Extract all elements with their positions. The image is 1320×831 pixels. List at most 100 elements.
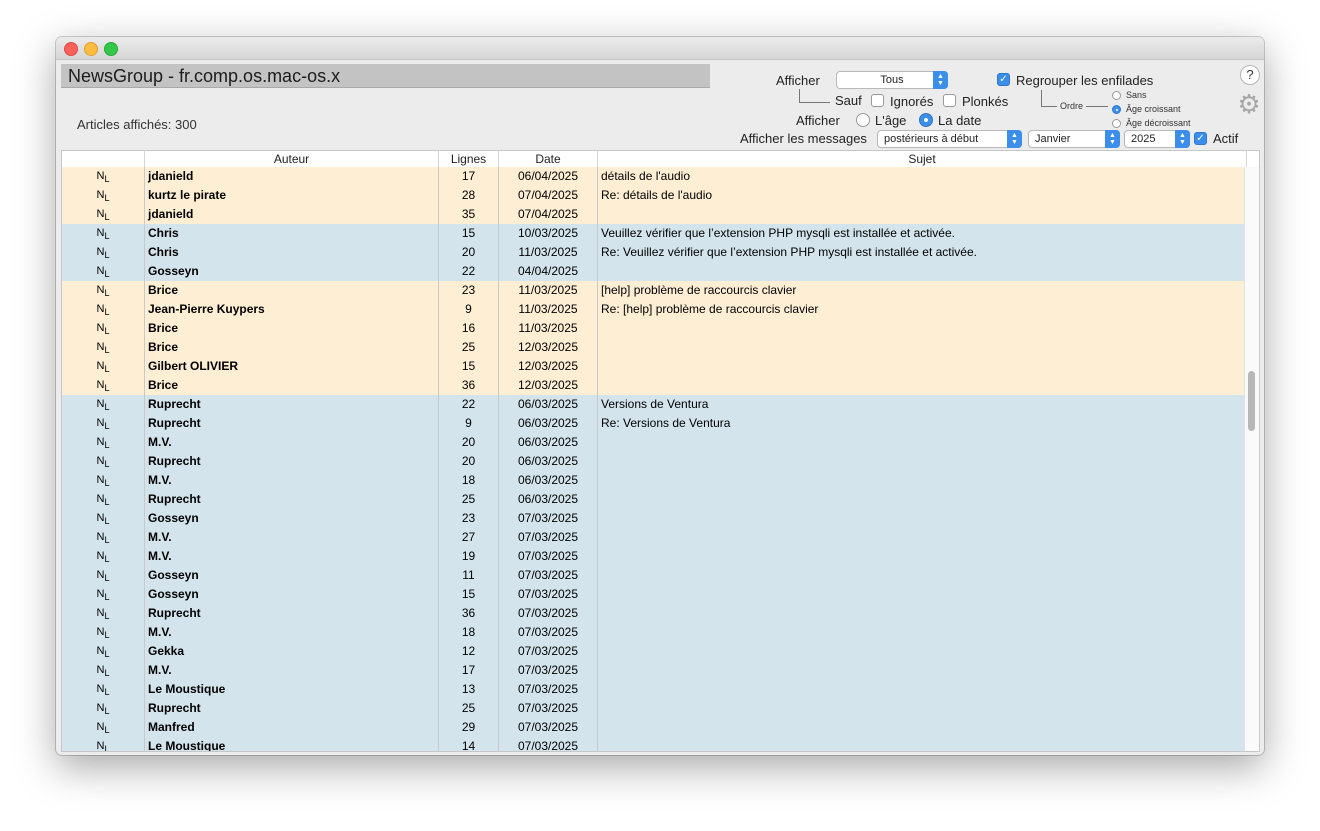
author-cell: Ruprecht [144, 699, 438, 718]
lines-cell: 17 [438, 167, 498, 186]
table-row[interactable]: NL jdanield 35 07/04/2025 [62, 205, 1246, 224]
date-cell: 07/03/2025 [498, 718, 597, 737]
date-cell: 06/03/2025 [498, 433, 597, 452]
subject-cell [597, 433, 1246, 452]
sort-date-radio[interactable] [919, 113, 933, 127]
sort-age-radio[interactable] [856, 113, 870, 127]
table-row[interactable]: NL M.V. 19 07/03/2025 [62, 547, 1246, 566]
table-row[interactable]: NL jdanield 17 06/04/2025 détails de l'audio [62, 167, 1246, 186]
table-row[interactable]: NL Ruprecht 20 06/03/2025 [62, 452, 1246, 471]
article-status-icon: NL [96, 474, 110, 488]
subject-cell [597, 661, 1246, 680]
vertical-scrollbar[interactable] [1244, 167, 1259, 751]
article-status-icon: NL [96, 246, 110, 260]
article-status-icon: NL [96, 189, 110, 203]
lines-cell: 20 [438, 243, 498, 262]
table-row[interactable]: NL Brice 23 11/03/2025 [help] problème de ra… [62, 281, 1246, 300]
subject-cell [597, 528, 1246, 547]
column-header-subject[interactable]: Sujet [598, 151, 1247, 167]
order-age-decroissant-radio[interactable] [1112, 119, 1121, 128]
article-status-icon: NL [96, 626, 110, 640]
author-cell: Gosseyn [144, 262, 438, 281]
date-cell: 07/03/2025 [498, 547, 597, 566]
table-row[interactable]: NL Brice 25 12/03/2025 [62, 338, 1246, 357]
close-window-button[interactable] [64, 42, 78, 56]
article-status-icon: NL [96, 721, 110, 735]
table-row[interactable]: NL Le Moustique 13 07/03/2025 [62, 680, 1246, 699]
lines-cell: 9 [438, 300, 498, 319]
article-status-icon: NL [96, 284, 110, 298]
year-value: 2025 [1131, 133, 1156, 145]
table-row[interactable]: NL Ruprecht 9 06/03/2025 Re: Versions de Ven… [62, 414, 1246, 433]
subject-cell [597, 509, 1246, 528]
minimize-window-button[interactable] [84, 42, 98, 56]
table-row[interactable]: NL Jean-Pierre Kuypers 9 11/03/2025 Re: [hel… [62, 300, 1246, 319]
table-row[interactable]: NL M.V. 27 07/03/2025 [62, 528, 1246, 547]
ordre-label: Ordre [1060, 101, 1084, 111]
month-select[interactable]: Janvier ▲ ▼ [1028, 130, 1120, 148]
date-cell: 07/04/2025 [498, 186, 597, 205]
subject-cell [597, 566, 1246, 585]
article-status-icon: NL [96, 208, 110, 222]
plonkes-checkbox[interactable] [943, 94, 956, 107]
order-age-croissant-radio[interactable] [1112, 105, 1121, 114]
author-cell: Jean-Pierre Kuypers [144, 300, 438, 319]
subject-cell: Re: Veuillez vérifier que l’extension PH… [597, 243, 1246, 262]
column-header-date[interactable]: Date [499, 151, 598, 167]
year-select[interactable]: 2025 ▲ ▼ [1124, 130, 1190, 148]
table-row[interactable]: NL Gilbert OLIVIER 15 12/03/2025 [62, 357, 1246, 376]
table-row[interactable]: NL Brice 16 11/03/2025 [62, 319, 1246, 338]
zoom-window-button[interactable] [104, 42, 118, 56]
messages-filter-value: postérieurs à début [884, 133, 979, 145]
table-row[interactable]: NL kurtz le pirate 28 07/04/2025 Re: détails… [62, 186, 1246, 205]
bracket-connector [799, 89, 830, 103]
table-row[interactable]: NL Chris 20 11/03/2025 Re: Veuillez vérifier… [62, 243, 1246, 262]
table-row[interactable]: NL Gosseyn 23 07/03/2025 [62, 509, 1246, 528]
subject-cell: Re: détails de l'audio [597, 186, 1246, 205]
table-row[interactable]: NL M.V. 20 06/03/2025 [62, 433, 1246, 452]
article-status-icon: NL [96, 227, 110, 241]
help-button[interactable]: ? [1240, 65, 1260, 85]
date-cell: 07/03/2025 [498, 661, 597, 680]
group-threads-checkbox[interactable]: ✓ [997, 73, 1010, 86]
lines-cell: 13 [438, 680, 498, 699]
table-row[interactable]: NL Le Moustique 14 07/03/2025 [62, 737, 1246, 751]
table-row[interactable]: NL Gekka 12 07/03/2025 [62, 642, 1246, 661]
actif-checkbox[interactable]: ✓ [1194, 132, 1207, 145]
gear-icon[interactable]: ⚙ [1237, 91, 1261, 117]
subject-cell [597, 319, 1246, 338]
scrollbar-thumb[interactable] [1248, 371, 1255, 431]
table-row[interactable]: NL Chris 15 10/03/2025 Veuillez vérifier que… [62, 224, 1246, 243]
author-cell: Gosseyn [144, 566, 438, 585]
article-status-icon: NL [96, 360, 110, 374]
plonkes-label: Plonkés [962, 94, 1009, 109]
table-row[interactable]: NL M.V. 18 06/03/2025 [62, 471, 1246, 490]
table-row[interactable]: NL Manfred 29 07/03/2025 [62, 718, 1246, 737]
column-header-author[interactable]: Auteur [145, 151, 439, 167]
table-row[interactable]: NL Brice 36 12/03/2025 [62, 376, 1246, 395]
table-row[interactable]: NL Ruprecht 36 07/03/2025 [62, 604, 1246, 623]
article-status-icon: NL [96, 664, 110, 678]
lines-cell: 36 [438, 604, 498, 623]
table-row[interactable]: NL Ruprecht 25 07/03/2025 [62, 699, 1246, 718]
ignores-checkbox[interactable] [871, 94, 884, 107]
subject-cell [597, 471, 1246, 490]
table-row[interactable]: NL Ruprecht 25 06/03/2025 [62, 490, 1246, 509]
table-row[interactable]: NL M.V. 18 07/03/2025 [62, 623, 1246, 642]
table-row[interactable]: NL Ruprecht 22 06/03/2025 Versions de Ventur… [62, 395, 1246, 414]
messages-filter-select[interactable]: postérieurs à début ▲ ▼ [877, 130, 1022, 148]
subject-cell [597, 699, 1246, 718]
lines-cell: 22 [438, 395, 498, 414]
author-cell: Gekka [144, 642, 438, 661]
show-filter-select[interactable]: Tous ▲ ▼ [836, 71, 948, 89]
column-header-lines[interactable]: Lignes [439, 151, 499, 167]
lines-cell: 14 [438, 737, 498, 751]
table-header: Auteur Lignes Date Sujet [62, 151, 1259, 168]
table-row[interactable]: NL Gosseyn 22 04/04/2025 [62, 262, 1246, 281]
author-cell: M.V. [144, 433, 438, 452]
table-row[interactable]: NL M.V. 17 07/03/2025 [62, 661, 1246, 680]
table-row[interactable]: NL Gosseyn 15 07/03/2025 [62, 585, 1246, 604]
table-row[interactable]: NL Gosseyn 11 07/03/2025 [62, 566, 1246, 585]
order-sans-radio[interactable] [1112, 91, 1121, 100]
ordre-connector-line [1086, 106, 1108, 107]
